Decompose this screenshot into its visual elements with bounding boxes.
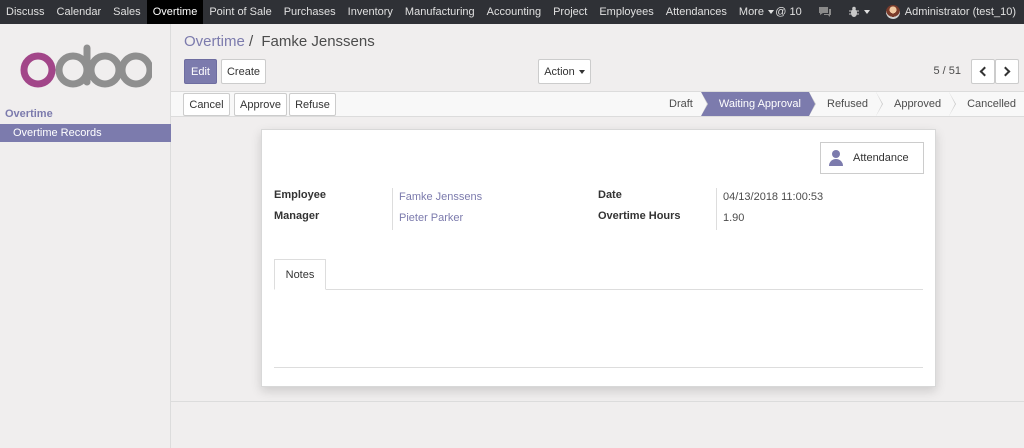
breadcrumb-current: Famke Jenssens (261, 33, 375, 50)
action-label: Action (544, 65, 575, 78)
menu-point-of-sale[interactable]: Point of Sale (203, 0, 277, 24)
menu-discuss[interactable]: Discuss (0, 0, 51, 24)
breadcrumb: Overtime / Famke Jenssens (184, 33, 375, 50)
caret-down-icon (578, 69, 585, 74)
activity-counter[interactable]: @ 10 (767, 0, 809, 24)
manager-field[interactable]: Pieter Parker (399, 212, 463, 224)
pager-value[interactable]: 5 / 51 (933, 65, 961, 77)
sidebar-section-title: Overtime (5, 108, 53, 120)
menu-inventory[interactable]: Inventory (342, 0, 399, 24)
user-name: Administrator (test_10) (904, 6, 1016, 18)
date-label: Date (598, 189, 622, 201)
form-statusbar: Cancel Approve Refuse Draft Waiting Appr… (171, 91, 1024, 117)
menu-project[interactable]: Project (547, 0, 593, 24)
form-view: Attendance Employee Famke Jenssens Manag… (171, 117, 1024, 401)
sidebar-item-overtime-records[interactable]: Overtime Records (0, 124, 171, 142)
bug-icon[interactable] (840, 0, 878, 24)
overtime-hours-field[interactable]: 1.90 (723, 212, 744, 224)
edit-button[interactable]: Edit (184, 59, 217, 84)
action-dropdown-button[interactable]: Action (538, 59, 591, 84)
menu-attendances[interactable]: Attendances (660, 0, 733, 24)
stage-draft[interactable]: Draft (659, 92, 708, 116)
odoo-logo (20, 44, 152, 88)
top-navbar: Discuss Calendar Sales Overtime Point of… (0, 0, 1024, 24)
stage-cancelled[interactable]: Cancelled (949, 92, 1024, 116)
employee-field[interactable]: Famke Jenssens (399, 191, 482, 203)
menu-overtime[interactable]: Overtime (146, 0, 204, 24)
attendance-smart-button[interactable]: Attendance (820, 142, 924, 174)
approve-button[interactable]: Approve (234, 93, 287, 116)
manager-label: Manager (274, 210, 320, 222)
control-panel: Overtime / Famke Jenssens Edit Create Ac… (171, 24, 1024, 91)
date-field[interactable]: 04/13/2018 11:00:53 (723, 191, 823, 203)
refuse-button[interactable]: Refuse (289, 93, 336, 116)
pager-previous-button[interactable] (971, 59, 995, 84)
menu-sales[interactable]: Sales (107, 0, 147, 24)
create-button[interactable]: Create (221, 59, 266, 84)
chevron-left-icon (979, 66, 990, 77)
field-divider (392, 188, 393, 230)
form-sheet: Attendance Employee Famke Jenssens Manag… (261, 129, 936, 387)
chat-icon[interactable] (810, 0, 840, 24)
page-footer-area (171, 401, 1024, 448)
sidebar: Overtime Overtime Records (0, 24, 171, 448)
menu-purchases[interactable]: Purchases (278, 0, 342, 24)
app-menu: Discuss Calendar Sales Overtime Point of… (0, 0, 780, 24)
avatar (885, 5, 900, 19)
notes-panel-divider (274, 367, 923, 368)
systray: @ 10 Administrator (test_10) (767, 0, 1024, 24)
menu-calendar[interactable]: Calendar (51, 0, 108, 24)
employee-label: Employee (274, 189, 326, 201)
breadcrumb-separator: / (249, 33, 254, 50)
menu-accounting[interactable]: Accounting (481, 0, 547, 24)
menu-employees[interactable]: Employees (593, 0, 659, 24)
user-menu[interactable]: Administrator (test_10) (878, 0, 1024, 24)
tab-notes[interactable]: Notes (274, 259, 326, 290)
chevron-right-icon (1000, 66, 1011, 77)
stage-refused[interactable]: Refused (809, 92, 883, 116)
user-icon (829, 150, 843, 166)
stage-approved[interactable]: Approved (876, 92, 957, 116)
breadcrumb-parent-link[interactable]: Overtime (184, 33, 245, 50)
stage-waiting-approval[interactable]: Waiting Approval (700, 92, 817, 116)
menu-manufacturing[interactable]: Manufacturing (399, 0, 481, 24)
overtime-hours-label: Overtime Hours (598, 210, 681, 222)
field-divider (716, 188, 717, 230)
pager-next-button[interactable] (995, 59, 1019, 84)
status-stages: Draft Waiting Approval Refused Approved … (659, 92, 1024, 116)
notebook-tabs: Notes (274, 259, 923, 290)
cancel-button[interactable]: Cancel (183, 93, 230, 116)
attendance-label: Attendance (853, 152, 909, 164)
caret-down-icon (863, 10, 870, 14)
menu-more-label: More (738, 6, 764, 18)
